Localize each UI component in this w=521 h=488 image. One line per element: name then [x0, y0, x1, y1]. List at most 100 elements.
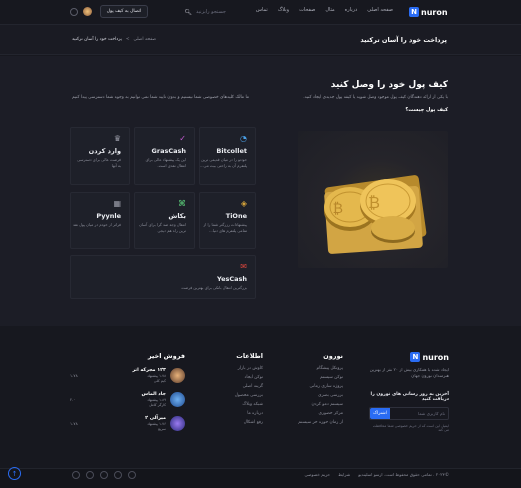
hero-description: با یکی از ارائه دهندگان کیف پول موجود وص…: [303, 95, 448, 100]
search-placeholder: جستجو رابزنید: [196, 9, 226, 15]
nav-about[interactable]: درباره: [345, 7, 358, 13]
footer-logo[interactable]: N nuron: [369, 352, 449, 362]
what-is-wallet-link[interactable]: کیف پول چیست؟: [405, 107, 448, 113]
sale-meta: ۱.۸۹ پیشنهاد: [147, 398, 166, 402]
sale-info: میرآلی ۲ ۱.۷۶ پیشنهاد سریع: [145, 416, 166, 431]
footer-link[interactable]: گزینه اصلی: [213, 384, 263, 389]
sale-name: جاد الماس: [141, 392, 166, 397]
newsletter-form: اشتراک نام کاربری شما: [369, 406, 449, 420]
footer-link[interactable]: درباره ما: [213, 411, 263, 416]
page-banner: پرداخت خود را آسان ترکنید صفحه اصلی > پر…: [0, 25, 521, 55]
sale-meta: ۱.۷۶ پیشنهاد: [147, 422, 166, 426]
hero-title: کیف پول خود را وصل کنید: [330, 80, 448, 90]
sale-thumbnail: [170, 416, 185, 431]
wallet-description: انتقال وجه صد گرا برای آسان ترین راه هم …: [139, 222, 186, 233]
wallet-name: GrasCash: [151, 147, 186, 155]
sale-thumbnail: [170, 368, 185, 383]
nav-home[interactable]: صفحه اصلی: [367, 7, 393, 13]
linkedin-icon[interactable]: [114, 471, 122, 479]
nav-blog[interactable]: وبلاگ: [278, 7, 289, 13]
privacy-link[interactable]: حریم خصوصی: [305, 472, 331, 477]
footer-link[interactable]: کاوش در بازار: [213, 366, 263, 371]
main-nav: صفحه اصلی درباره مثال صفحات وبلاگ تماس: [256, 7, 393, 13]
newsletter-title: آخرین به روز رسانی های نورون را دریافت ک…: [370, 391, 449, 402]
twitter-icon[interactable]: [86, 471, 94, 479]
footer-col-info: اطلاعات کاوش در بازار توکن ایجاد گزینه ا…: [213, 352, 263, 425]
footer-link[interactable]: بررسی محصول: [213, 393, 263, 398]
settings-icon[interactable]: [70, 8, 78, 16]
grascash-icon: ✓: [179, 134, 186, 143]
email-icon[interactable]: [128, 471, 136, 479]
footer-link[interactable]: توکن ایجاد: [213, 375, 263, 380]
facebook-icon[interactable]: [72, 471, 80, 479]
bitcollet-icon: ◔: [240, 134, 247, 143]
footer-link[interactable]: مرکز حضوری: [283, 411, 344, 416]
footer-col-title: اطلاعات: [236, 352, 263, 360]
brand-logo[interactable]: N nuron: [409, 5, 449, 19]
footer-link[interactable]: پروتکل پیشگام: [283, 366, 344, 371]
wallet-name: بکاش: [168, 212, 186, 220]
footer-link[interactable]: پروژه سازی زمانی: [283, 384, 343, 389]
sale-item[interactable]: ۱۲۳ مجرکه اتر ۱.۷۸ پیشنهاد کیم کلی ۱.۷۸: [70, 368, 185, 383]
svg-text:₿: ₿: [333, 201, 343, 217]
pyynle-icon: ▦: [113, 199, 121, 208]
scroll-to-top-icon[interactable]: ↑: [8, 467, 21, 480]
wallet-card-tione[interactable]: ◈ TiOne پیشنهادات رزرگتر شما را از تمامی…: [199, 192, 256, 249]
subscribe-button[interactable]: اشتراک: [370, 407, 390, 419]
wallet-card-bitcollet[interactable]: ◔ Bitcollet خودتو را در میان قدیمی ترین …: [199, 127, 256, 185]
footer-link[interactable]: بررسی بصری: [283, 393, 343, 398]
sale-info: جاد الماس ۱.۸۹ پیشنهاد کارگر کامل: [142, 392, 166, 407]
medal-icon: ♛: [113, 134, 121, 143]
footer-link[interactable]: از زمان حوزه حر سیستم: [283, 420, 343, 425]
wallet-card-import[interactable]: ♛ وارد کردن فرصت عالی برای دسترسی به آنه…: [70, 127, 130, 185]
footer-link[interactable]: توکن سیستم: [283, 375, 343, 380]
footer-link[interactable]: رفع اشکال: [213, 420, 263, 425]
sale-name: میرآلی ۲: [145, 416, 166, 421]
wallet-card-grascash[interactable]: ✓ GrasCash این یک پیشنهاد عالی برای انتق…: [134, 127, 195, 185]
bottom-bar-left: ©۲۰۲۳ . تمامی حقوق محفوظ است. ارسو اسلین…: [305, 472, 450, 477]
wallet-name: Bitcollet: [216, 147, 247, 155]
bkash-icon: ⌘: [178, 199, 186, 208]
brand-name: nuron: [421, 7, 448, 17]
sale-item[interactable]: میرآلی ۲ ۱.۷۶ پیشنهاد سریع ۱.۷۸: [70, 416, 185, 431]
search-icon[interactable]: 🔍︎: [184, 9, 192, 16]
header-icons: [70, 7, 92, 16]
wallet-name: Pyynle: [96, 212, 121, 220]
footer-links: کاوش در بازار توکن ایجاد گزینه اصلی بررس…: [213, 366, 263, 425]
sale-meta: ۱.۷۸ پیشنهاد: [147, 374, 166, 378]
wallet-card-pyynle[interactable]: ▦ Pyynle فراتر از خودم در میان پول نقد: [70, 192, 130, 249]
sale-price: ۱.۷۸: [70, 421, 78, 426]
footer-col-title: نورون: [323, 352, 343, 360]
footer-col-nuron: نورون پروتکل پیشگام توکن سیستم پروژه ساز…: [283, 352, 343, 425]
search-box[interactable]: جستجو رابزنید 🔍︎: [152, 6, 226, 18]
breadcrumb-home[interactable]: صفحه اصلی: [134, 37, 157, 42]
connect-wallet-button[interactable]: اتصال به کیف پول: [100, 5, 148, 18]
nav-pages[interactable]: صفحات: [299, 7, 315, 13]
wallet-name: YesCash: [216, 275, 247, 283]
breadcrumb-separator: >: [125, 37, 130, 42]
footer-about: N nuron ایجاد شده با همکاری بیش از ۲۰ نف…: [369, 352, 449, 432]
breadcrumb: صفحه اصلی > پرداخت خود را آسان ترکنید: [72, 37, 156, 42]
social-links: [72, 471, 136, 479]
copyright: ©۲۰۲۳ . تمامی حقوق محفوظ است. ارسو اسلین…: [358, 472, 449, 477]
avatar[interactable]: [83, 7, 92, 16]
privacy-note: ایمیل این است که از حریم خصوصی شما محافظ…: [372, 423, 449, 432]
wallet-description: بزرگترین انتقال بانکی برای بهترین فرصت: [181, 285, 247, 290]
footer-about-text: ایجاد شده با همکاری بیش از ۲۰ نفر از بهت…: [369, 367, 449, 379]
sale-item[interactable]: جاد الماس ۱.۸۹ پیشنهاد کارگر کامل ۲.۰: [70, 392, 185, 407]
wallet-description: فرصت عالی برای دسترسی به آنها: [77, 157, 121, 168]
nav-contact[interactable]: تماس: [256, 7, 268, 13]
footer-link[interactable]: سیستم دمو کردن: [283, 402, 343, 407]
footer-link[interactable]: شبکه وبلاگ: [213, 402, 263, 407]
brand-mark-icon: N: [409, 7, 419, 17]
nav-example[interactable]: مثال: [325, 7, 334, 13]
instagram-icon[interactable]: [100, 471, 108, 479]
newsletter-email-input[interactable]: نام کاربری شما: [390, 408, 448, 419]
coins-illustration: ₿ ₿: [324, 175, 427, 254]
tione-icon: ◈: [240, 199, 247, 208]
wallet-card-yescash[interactable]: ✉ YesCash بزرگترین انتقال بانکی برای بهت…: [70, 255, 256, 299]
wallet-card-bkash[interactable]: ⌘ بکاش انتقال وجه صد گرا برای آسان ترین …: [134, 192, 195, 249]
footer-col-sales: فروش اخیر ۱۲۳ مجرکه اتر ۱.۷۸ پیشنهاد کیم…: [70, 352, 185, 431]
footer-brand-name: nuron: [422, 352, 449, 362]
terms-link[interactable]: شرایط: [338, 472, 350, 477]
